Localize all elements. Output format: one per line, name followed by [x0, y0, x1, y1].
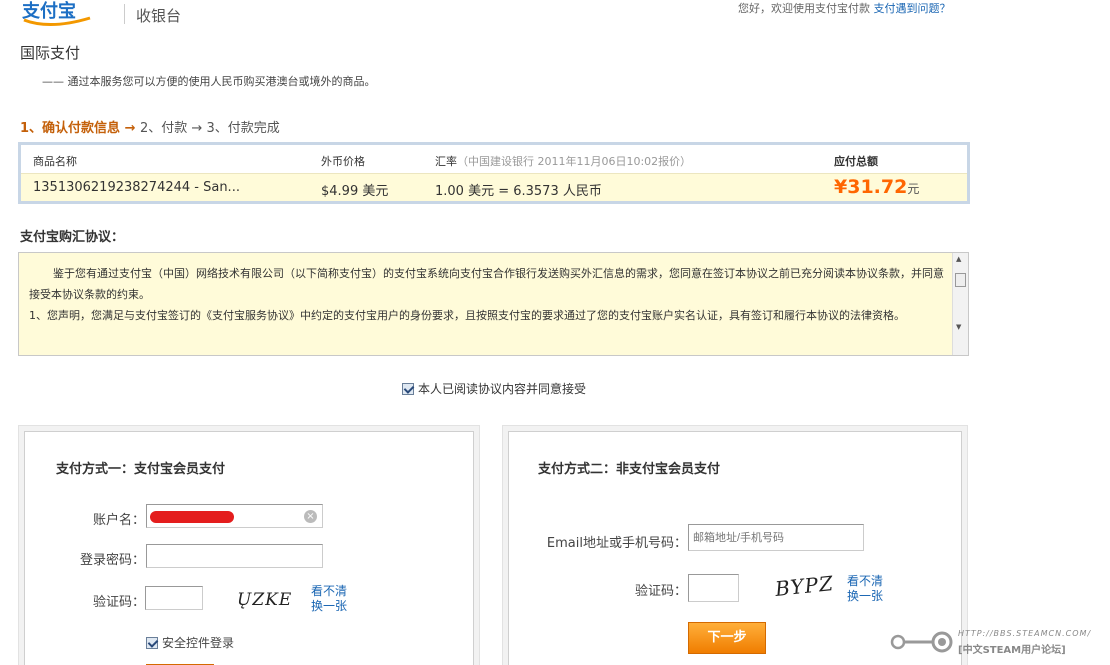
step-indicator: 1、确认付款信息 → 2、付款 → 3、付款完成 — [20, 117, 280, 136]
page-subtitle: —— 通过本服务您可以方便的使用人民币购买港澳台或境外的商品。 — [42, 75, 376, 88]
account-input[interactable]: × — [146, 504, 323, 528]
page-title: 国际支付 — [20, 44, 81, 62]
step-3-done: 3、付款完成 — [206, 121, 280, 136]
unclear-link[interactable]: 看不清 — [311, 584, 347, 599]
password-input[interactable] — [146, 544, 323, 568]
agreement-title: 支付宝购汇协议： — [20, 230, 125, 245]
step-arrow: → — [120, 121, 140, 136]
item-rate: 1.00 美元 = 6.3573 人民币 — [435, 184, 602, 199]
step-arrow: → — [187, 121, 207, 136]
guest-captcha-links: 看不清 换一张 — [847, 574, 883, 604]
steam-logo-icon — [890, 631, 953, 653]
order-header-row: 商品名称 外币价格 汇率（中国建设银行 2011年11月06日10:02报价） … — [21, 145, 967, 173]
col-total-header: 应付总额 — [834, 155, 878, 168]
accept-checkbox[interactable] — [402, 382, 414, 395]
col-price-header: 外币价格 — [321, 155, 365, 168]
scroll-thumb[interactable] — [955, 273, 966, 287]
guest-captcha-input[interactable] — [688, 574, 739, 602]
scroll-up-icon[interactable]: ▲ — [956, 255, 961, 263]
email-input[interactable] — [688, 524, 864, 551]
email-label: Email地址或手机号码： — [546, 536, 687, 551]
member-captcha-input[interactable] — [145, 586, 203, 610]
clear-icon[interactable]: × — [304, 510, 317, 523]
account-label: 账户名： — [92, 513, 145, 528]
cashier-label: 收银台 — [136, 7, 182, 25]
guest-captcha-image: BYPZ — [773, 570, 835, 602]
member-pay-title: 支付方式一：支付宝会员支付 — [56, 462, 226, 477]
password-label: 登录密码： — [79, 553, 145, 568]
member-pay-panel: 支付方式一：支付宝会员支付 账户名： × 登录密码： 验证码： ŲZKE 看不清… — [18, 425, 480, 665]
guest-pay-title: 支付方式二：非支付宝会员支付 — [538, 462, 721, 477]
agreement-scrollbar[interactable]: ▲ ▼ — [952, 253, 968, 355]
secure-login-label: 安全控件登录 — [162, 636, 235, 650]
accept-label: 本人已阅读协议内容并同意接受 — [418, 382, 587, 396]
item-total: ¥31.72元 — [834, 176, 919, 198]
agreement-text: 鉴于您有通过支付宝（中国）网络技术有限公司（以下简称支付宝）的支付宝系统向支付宝… — [29, 263, 947, 326]
total-amount: ¥31.72 — [834, 176, 908, 198]
accept-agreement[interactable]: 本人已阅读协议内容并同意接受 — [402, 380, 586, 397]
alipay-logo: 支付宝 — [21, 0, 91, 27]
item-name: 1351306219238274244 - San... — [33, 180, 240, 195]
member-pay-inner: 支付方式一：支付宝会员支付 账户名： × 登录密码： 验证码： ŲZKE 看不清… — [24, 431, 474, 665]
welcome-text: 您好，欢迎使用支付宝付款 — [738, 2, 870, 15]
step-1-confirm: 1、确认付款信息 — [20, 121, 121, 136]
watermark-name: [中文STEAM用户论坛] — [958, 645, 1066, 656]
item-price: $4.99 美元 — [321, 184, 389, 199]
secure-login-checkbox[interactable] — [146, 636, 158, 649]
agreement-paragraph: 鉴于您有通过支付宝（中国）网络技术有限公司（以下简称支付宝）的支付宝系统向支付宝… — [29, 267, 944, 301]
rate-header-label: 汇率 — [435, 155, 457, 168]
next-step-button[interactable]: 下一步 — [688, 622, 766, 654]
agreement-paragraph: 1、您声明，您满足与支付宝签订的《支付宝服务协议》中约定的支付宝用户的身份要求，… — [29, 309, 905, 322]
order-summary: 商品名称 外币价格 汇率（中国建设银行 2011年11月06日10:02报价） … — [18, 142, 970, 204]
help-link[interactable]: 支付遇到问题？ — [874, 2, 951, 15]
member-captcha-image: ŲZKE — [237, 590, 293, 610]
col-name-header: 商品名称 — [33, 155, 77, 168]
rate-source-note: （中国建设银行 2011年11月06日10:02报价） — [457, 155, 692, 168]
agreement-textbox[interactable]: 鉴于您有通过支付宝（中国）网络技术有限公司（以下简称支付宝）的支付宝系统向支付宝… — [18, 252, 969, 356]
member-captcha-links: 看不清 换一张 — [311, 584, 347, 614]
scroll-down-icon[interactable]: ▼ — [956, 323, 961, 331]
brand-text: 支付宝 — [21, 0, 76, 22]
refresh-captcha-link[interactable]: 换一张 — [847, 589, 883, 604]
step-2-pay: 2、付款 — [140, 121, 188, 136]
guest-captcha-label: 验证码： — [634, 584, 687, 599]
secure-login[interactable]: 安全控件登录 — [146, 634, 234, 651]
unclear-link[interactable]: 看不清 — [847, 574, 883, 589]
col-rate-header: 汇率（中国建设银行 2011年11月06日10:02报价） — [435, 153, 691, 169]
welcome-bar: 您好，欢迎使用支付宝付款 支付遇到问题？ — [738, 0, 951, 16]
forum-watermark: HTTP://BBS.STEAMCN.COM/ [中文STEAM用户论坛] — [884, 625, 1104, 659]
member-captcha-label: 验证码： — [92, 595, 145, 610]
refresh-captcha-link[interactable]: 换一张 — [311, 599, 347, 614]
redacted-mark — [150, 511, 234, 523]
order-item-row: 1351306219238274244 - San... $4.99 美元 1.… — [21, 173, 967, 201]
header-divider — [124, 4, 125, 24]
watermark-url: HTTP://BBS.STEAMCN.COM/ — [958, 629, 1092, 638]
total-unit: 元 — [907, 182, 920, 196]
